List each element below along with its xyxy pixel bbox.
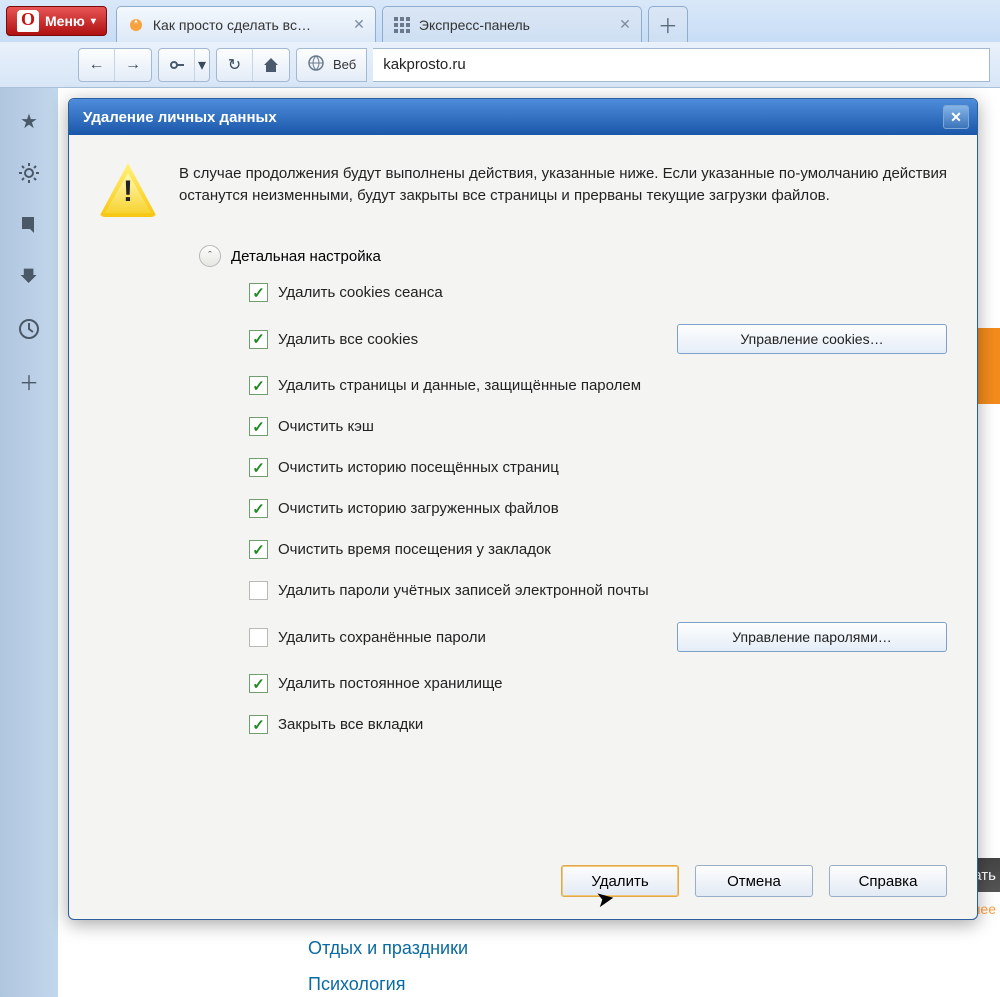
option-row: Удалить пароли учётных записей электронн… — [249, 581, 947, 600]
opera-logo-icon — [17, 10, 39, 32]
checkbox[interactable]: ✓ — [249, 458, 268, 477]
checkbox[interactable] — [249, 628, 268, 647]
tab-title: Как просто сделать вс… — [153, 17, 311, 33]
dialog-titlebar[interactable]: Удаление личных данных ✕ — [69, 99, 977, 135]
downloads-panel-icon[interactable] — [16, 264, 42, 290]
grid-icon — [393, 16, 411, 34]
dialog-message: В случае продолжения будут выполнены дей… — [179, 163, 947, 217]
tab-title: Экспресс-панель — [419, 17, 530, 33]
page-link-holidays[interactable]: Отдых и праздники — [308, 938, 468, 959]
wand-dropdown[interactable]: ▾ — [195, 49, 209, 81]
panel-sidebar: ★ ＋ — [0, 88, 58, 997]
favicon-icon — [127, 16, 145, 34]
chevron-down-icon: ▾ — [91, 16, 96, 27]
option-row: Удалить сохранённые пароли Управление пар… — [249, 622, 947, 652]
dialog-body: В случае продолжения будут выполнены дей… — [69, 135, 977, 855]
option-label: Удалить пароли учётных записей электронн… — [278, 582, 649, 599]
nav-back-forward: ← → — [78, 48, 152, 82]
close-button[interactable]: ✕ — [943, 105, 969, 129]
option-label: Удалить все cookies — [278, 331, 418, 348]
menu-label: Меню — [45, 13, 85, 29]
checkbox[interactable]: ✓ — [249, 540, 268, 559]
nav-wand: ▾ — [158, 48, 210, 82]
close-icon[interactable]: ✕ — [619, 16, 631, 33]
option-label: Удалить cookies сеанса — [278, 284, 443, 301]
bookmarks-panel-icon[interactable]: ★ — [16, 108, 42, 134]
manage-button[interactable]: Управление паролями… — [677, 622, 947, 652]
reload-button[interactable]: ↻ — [217, 49, 253, 81]
main-menu-button[interactable]: Меню ▾ — [6, 6, 107, 36]
options-list: ✓ Удалить cookies сеанса ✓ Удалить все cook… — [249, 283, 947, 734]
checkbox[interactable]: ✓ — [249, 376, 268, 395]
option-label: Удалить страницы и данные, защищённые па… — [278, 377, 641, 394]
nav-reload-home: ↻ — [216, 48, 290, 82]
delete-private-data-dialog: Удаление личных данных ✕ В случае продол… — [68, 98, 978, 920]
option-row: ✓ Очистить время посещения у закладок — [249, 540, 947, 559]
tab-active[interactable]: Как просто сделать вс… ✕ — [116, 6, 376, 42]
scope-label: Веб — [333, 57, 356, 72]
option-label: Удалить постоянное хранилище — [278, 675, 502, 692]
cancel-button[interactable]: Отмена — [695, 865, 813, 897]
option-label: Удалить сохранённые пароли — [278, 629, 486, 646]
settings-panel-icon[interactable] — [16, 160, 42, 186]
checkbox[interactable] — [249, 581, 268, 600]
add-panel-icon[interactable]: ＋ — [16, 368, 42, 394]
delete-button[interactable]: Удалить — [561, 865, 679, 897]
option-row: ✓ Очистить историю загруженных файлов — [249, 499, 947, 518]
checkbox[interactable]: ✓ — [249, 674, 268, 693]
checkbox[interactable]: ✓ — [249, 499, 268, 518]
forward-button[interactable]: → — [115, 49, 151, 81]
address-input[interactable] — [373, 48, 990, 82]
home-button[interactable] — [253, 49, 289, 81]
help-button[interactable]: Справка — [829, 865, 947, 897]
manage-button[interactable]: Управление cookies… — [677, 324, 947, 354]
option-label: Очистить время посещения у закладок — [278, 541, 551, 558]
detail-label: Детальная настройка — [231, 248, 381, 265]
dialog-button-row: Удалить Отмена Справка — [69, 855, 977, 919]
detail-toggle[interactable]: ˆ Детальная настройка — [199, 245, 947, 267]
option-label: Очистить историю посещённых страниц — [278, 459, 559, 476]
option-row: ✓ Удалить cookies сеанса — [249, 283, 947, 302]
option-row: ✓ Удалить все cookies Управление cookies… — [249, 324, 947, 354]
checkbox[interactable]: ✓ — [249, 715, 268, 734]
checkbox[interactable]: ✓ — [249, 330, 268, 349]
checkbox[interactable]: ✓ — [249, 283, 268, 302]
globe-icon — [307, 54, 325, 75]
option-row: ✓ Закрыть все вкладки — [249, 715, 947, 734]
option-row: ✓ Очистить историю посещённых страниц — [249, 458, 947, 477]
notes-panel-icon[interactable] — [16, 212, 42, 238]
back-button[interactable]: ← — [79, 49, 115, 81]
page-link-psychology[interactable]: Психология — [308, 974, 406, 995]
option-row: ✓ Очистить кэш — [249, 417, 947, 436]
tab-speed-dial[interactable]: Экспресс-панель ✕ — [382, 6, 642, 42]
option-label: Очистить кэш — [278, 418, 374, 435]
close-icon[interactable]: ✕ — [353, 16, 365, 33]
warning-icon — [99, 163, 157, 217]
option-row: ✓ Удалить страницы и данные, защищённые п… — [249, 376, 947, 395]
checkbox[interactable]: ✓ — [249, 417, 268, 436]
option-label: Закрыть все вкладки — [278, 716, 423, 733]
option-label: Очистить историю загруженных файлов — [278, 500, 559, 517]
collapse-icon: ˆ — [199, 245, 221, 267]
tab-strip: Меню ▾ Как просто сделать вс… ✕ Экспресс… — [0, 0, 1000, 42]
history-panel-icon[interactable] — [16, 316, 42, 342]
navigation-toolbar: ← → ▾ ↻ Веб — [0, 42, 1000, 88]
new-tab-button[interactable]: ＋ — [648, 6, 688, 42]
address-scope[interactable]: Веб — [296, 48, 367, 82]
option-row: ✓ Удалить постоянное хранилище — [249, 674, 947, 693]
wand-button[interactable] — [159, 49, 195, 81]
dialog-title: Удаление личных данных — [83, 109, 277, 126]
